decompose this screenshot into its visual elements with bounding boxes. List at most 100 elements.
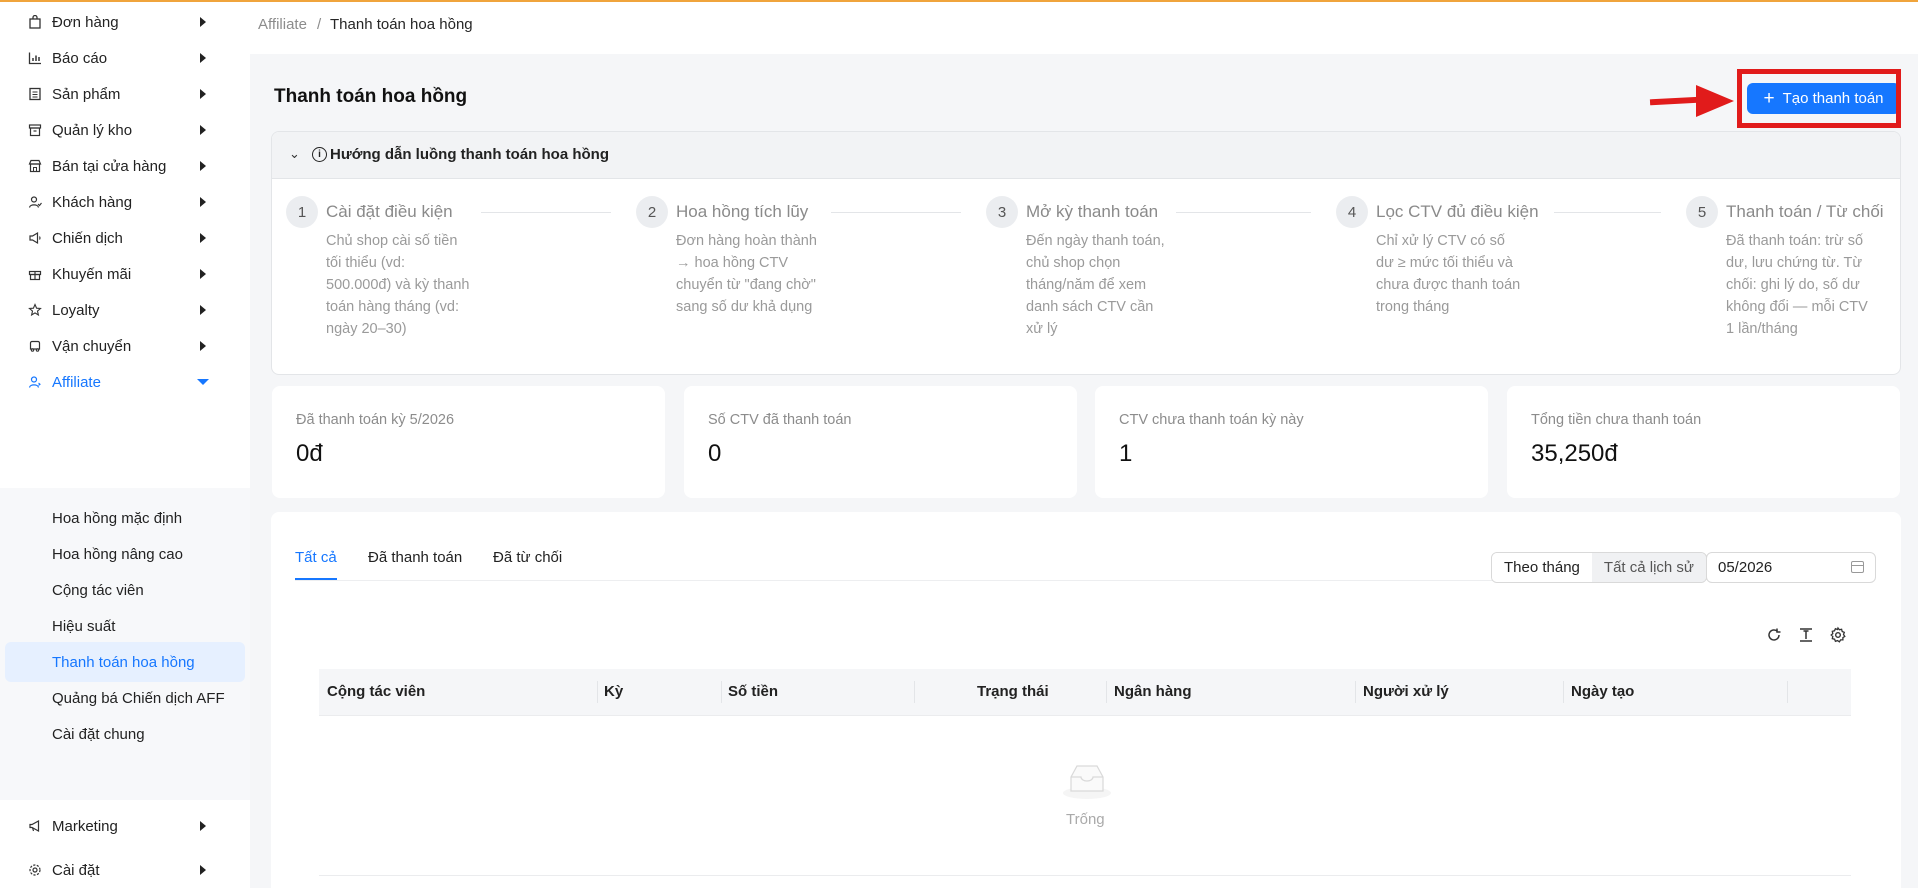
affiliate-submenu: Hoa hồng mặc định Hoa hồng nâng cao Cộng…: [0, 488, 250, 800]
column-header-created-date[interactable]: Ngày tạo: [1571, 683, 1634, 700]
sidebar-item-label: Affiliate: [52, 373, 101, 391]
settings-gear-icon[interactable]: [1829, 626, 1847, 644]
column-divider: [597, 681, 598, 703]
sidebar-item-orders[interactable]: Đơn hàng: [0, 2, 250, 42]
submenu-item-commission-payment[interactable]: Thanh toán hoa hồng: [5, 642, 245, 682]
bar-chart-icon: [27, 50, 43, 66]
column-divider: [1563, 681, 1564, 703]
caret-right-icon: [200, 233, 206, 243]
step-number: 5: [1686, 196, 1718, 228]
settings-icon: [27, 862, 43, 878]
sidebar-item-label: Báo cáo: [52, 49, 108, 67]
period-mode-toggle: Theo tháng Tất cả lịch sử: [1491, 552, 1707, 583]
step-connector: [481, 212, 611, 213]
submenu-item-label: Cộng tác viên: [52, 581, 144, 599]
month-picker[interactable]: 05/2026: [1706, 552, 1876, 583]
sidebar-item-label: Vận chuyển: [52, 337, 132, 355]
megaphone-icon: [27, 230, 43, 246]
sidebar-item-customers[interactable]: Khách hàng: [0, 182, 250, 222]
star-icon: [27, 302, 43, 318]
create-payment-button[interactable]: + Tạo thanh toán: [1747, 83, 1900, 114]
sidebar-item-label: Quản lý kho: [52, 121, 133, 139]
sidebar-item-campaigns[interactable]: Chiến dịch: [0, 218, 250, 258]
sidebar-item-shipping[interactable]: Vận chuyển: [0, 326, 250, 366]
submenu-item-default-commission[interactable]: Hoa hồng mặc định: [5, 498, 245, 538]
sidebar-item-settings[interactable]: Cài đặt: [0, 850, 250, 888]
submenu-item-advanced-commission[interactable]: Hoa hồng nâng cao: [5, 534, 245, 574]
column-header-status[interactable]: Trạng thái: [977, 683, 1049, 700]
sidebar-item-pos[interactable]: Bán tại cửa hàng: [0, 146, 250, 186]
stat-label: Số CTV đã thanh toán: [708, 412, 852, 428]
stat-card-paid-ctv-count: Số CTV đã thanh toán 0: [684, 386, 1077, 498]
store-icon: [27, 158, 43, 174]
submenu-item-aff-campaign-promo[interactable]: Quảng bá Chiến dịch AFF: [5, 678, 245, 718]
stat-label: Tổng tiền chưa thanh toán: [1531, 412, 1702, 428]
sidebar-item-label: Cài đặt: [52, 861, 100, 879]
submenu-item-label: Hoa hồng nâng cao: [52, 545, 183, 563]
column-header-amount[interactable]: Số tiền: [728, 683, 778, 700]
reload-icon[interactable]: [1765, 626, 1783, 644]
submenu-item-general-settings[interactable]: Cài đặt chung: [5, 714, 245, 754]
gift-icon: [27, 266, 43, 282]
column-header-handler[interactable]: Người xử lý: [1363, 683, 1449, 700]
caret-right-icon: [200, 17, 206, 27]
step-description: Chỉ xử lý CTV có số dư ≥ mức tối thiểu v…: [1376, 233, 1521, 315]
sidebar-item-loyalty[interactable]: Loyalty: [0, 290, 250, 330]
sidebar-item-label: Khuyến mãi: [52, 265, 132, 283]
caret-right-icon: [200, 161, 206, 171]
column-divider: [1787, 681, 1788, 703]
step-connector: [1554, 212, 1661, 213]
sidebar-item-promotions[interactable]: Khuyến mãi: [0, 254, 250, 294]
step-description: Đơn hàng hoàn thành → hoa hồng CTV chuyể…: [676, 233, 817, 315]
stat-value: 0: [708, 440, 722, 467]
payment-guide-panel: ⌄ i Hướng dẫn luồng thanh toán hoa hồng …: [271, 131, 1901, 375]
product-list-icon: [27, 86, 43, 102]
toggle-all-history[interactable]: Tất cả lịch sử: [1591, 553, 1706, 582]
sidebar-item-label: Chiến dịch: [52, 229, 123, 247]
customer-icon: [27, 194, 43, 210]
active-tab-indicator: [295, 578, 337, 580]
empty-inbox-icon: [1062, 760, 1112, 803]
caret-right-icon: [200, 305, 206, 315]
toggle-by-month[interactable]: Theo tháng: [1492, 553, 1592, 582]
table-header: Cộng tác viên Kỳ Số tiền Trạng thái Ngân…: [319, 669, 1851, 716]
step-title: Hoa hồng tích lũy: [676, 202, 809, 221]
tab-all[interactable]: Tất cả: [295, 549, 337, 566]
affiliate-icon: [27, 374, 43, 390]
column-header-collaborator[interactable]: Cộng tác viên: [327, 683, 425, 700]
breadcrumb-separator: /: [317, 16, 322, 33]
sidebar-item-marketing[interactable]: Marketing: [0, 806, 250, 846]
breadcrumb-current: Thanh toán hoa hồng: [330, 16, 473, 33]
sidebar-item-reports[interactable]: Báo cáo: [0, 38, 250, 78]
submenu-item-collaborators[interactable]: Cộng tác viên: [5, 570, 245, 610]
annotation-arrow: [1649, 96, 1701, 106]
column-header-period[interactable]: Kỳ: [604, 683, 623, 700]
stat-card-paid-amount: Đã thanh toán kỳ 5/2026 0đ: [272, 386, 665, 498]
stat-card-unpaid-total: Tổng tiền chưa thanh toán 35,250đ: [1507, 386, 1900, 498]
month-picker-value: 05/2026: [1718, 559, 1773, 576]
tab-paid[interactable]: Đã thanh toán: [368, 549, 462, 566]
tabs-divider: [295, 580, 1625, 581]
page-title: Thanh toán hoa hồng: [274, 86, 468, 107]
step-connector: [831, 212, 961, 213]
guide-step: 2 Hoa hồng tích lũy Đơn hàng hoàn thành …: [636, 196, 986, 366]
sidebar-item-products[interactable]: Sản phẩm: [0, 74, 250, 114]
breadcrumb-link-affiliate[interactable]: Affiliate: [258, 16, 307, 33]
sidebar-item-inventory[interactable]: Quản lý kho: [0, 110, 250, 150]
sidebar-item-label: Loyalty: [52, 301, 100, 319]
info-icon: i: [312, 147, 327, 162]
sidebar-item-label: Khách hàng: [52, 193, 133, 211]
guide-panel-header[interactable]: ⌄ i Hướng dẫn luồng thanh toán hoa hồng: [272, 132, 1900, 179]
payments-table-card: Tất cả Đã thanh toán Đã từ chối Theo thá…: [271, 512, 1901, 888]
caret-down-icon: [197, 379, 209, 385]
submenu-item-label: Cài đặt chung: [52, 725, 145, 743]
tab-rejected[interactable]: Đã từ chối: [493, 549, 562, 566]
breadcrumb: Affiliate / Thanh toán hoa hồng: [250, 2, 1918, 54]
sidebar-item-affiliate[interactable]: Affiliate: [0, 362, 250, 402]
column-height-icon[interactable]: [1797, 626, 1815, 644]
submenu-item-performance[interactable]: Hiệu suất: [5, 606, 245, 646]
table-bottom-divider: [319, 875, 1851, 876]
calendar-icon: [1851, 561, 1864, 573]
column-header-bank[interactable]: Ngân hàng: [1114, 683, 1192, 700]
empty-state-text: Trống: [1066, 811, 1105, 828]
